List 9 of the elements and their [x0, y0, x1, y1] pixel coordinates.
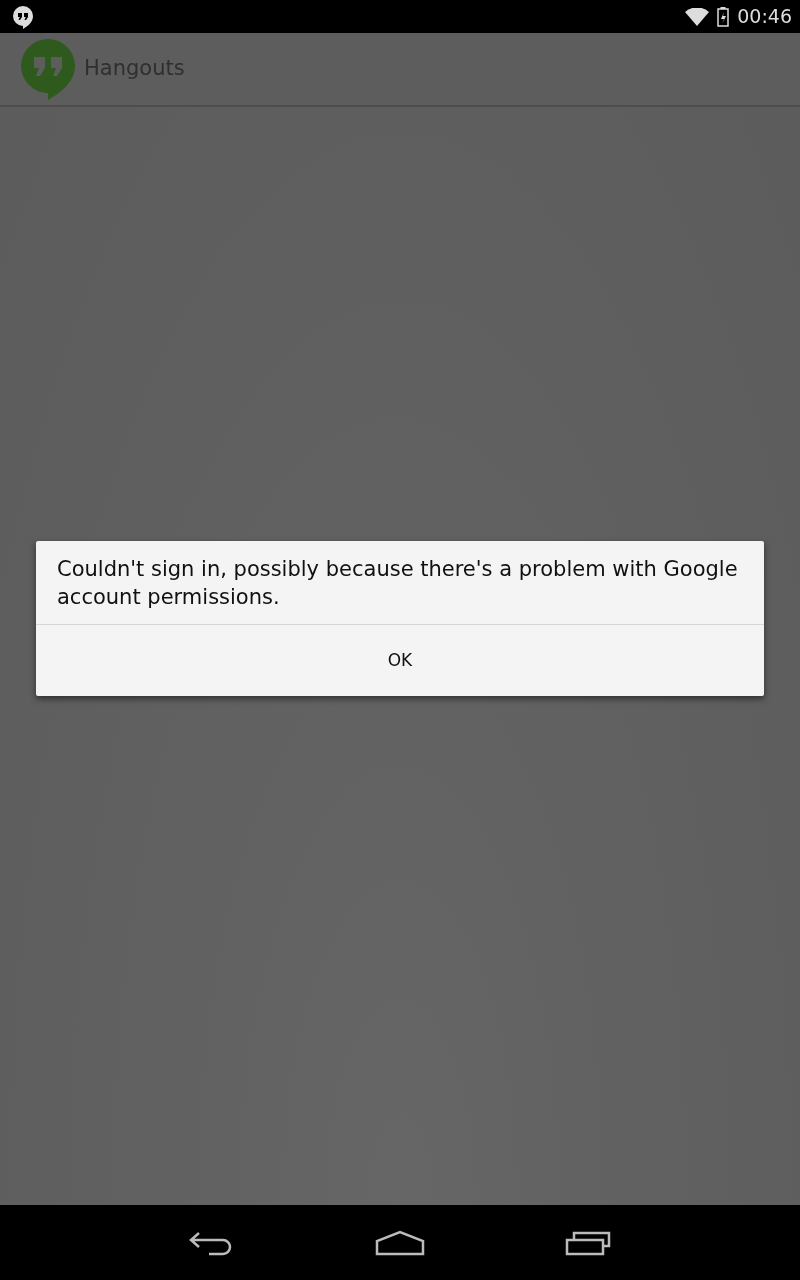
- hangouts-logo-icon: [20, 38, 76, 100]
- ok-button[interactable]: OK: [36, 624, 764, 696]
- hangouts-notification-icon: [12, 4, 34, 29]
- status-time: 00:46: [737, 4, 792, 30]
- dialog-message: Couldn't sign in, possibly because there's a problem with Google account permissions.: [56, 556, 739, 611]
- wifi-icon: [685, 7, 710, 26]
- recent-apps-icon[interactable]: [565, 1229, 611, 1256]
- home-icon[interactable]: [375, 1229, 425, 1256]
- battery-icon: [717, 6, 730, 27]
